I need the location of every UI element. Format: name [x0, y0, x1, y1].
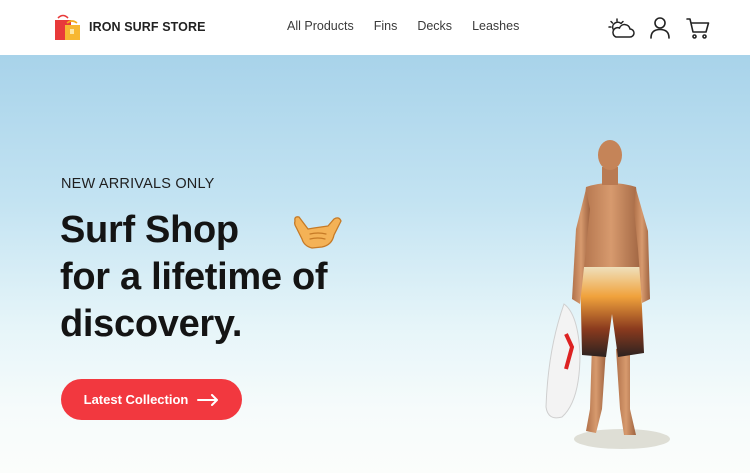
arrow-right-icon [197, 393, 219, 406]
cart-icon[interactable] [684, 14, 712, 42]
top-navbar: IRON SURF STORE All Products Fins Decks … [0, 0, 750, 55]
main-nav: All Products Fins Decks Leashes [287, 19, 539, 33]
nav-link-decks[interactable]: Decks [417, 19, 452, 33]
headline-line-2: for a lifetime of [60, 256, 328, 298]
nav-link-all-products[interactable]: All Products [287, 19, 354, 33]
hero-banner: NEW ARRIVALS ONLY Surf Shop for a lifeti… [0, 55, 750, 473]
shopping-bags-logo-icon [55, 14, 80, 40]
hero-headline: Surf Shop for a lifetime of discovery. [60, 207, 328, 348]
header-actions [598, 14, 712, 42]
user-icon[interactable] [646, 14, 674, 42]
nav-link-leashes[interactable]: Leashes [472, 19, 519, 33]
surfer-photo [545, 140, 670, 449]
brand-name: IRON SURF STORE [89, 20, 206, 34]
headline-line-3: discovery. [60, 303, 243, 345]
brand[interactable]: IRON SURF STORE [52, 12, 206, 42]
latest-collection-button[interactable]: Latest Collection [61, 379, 242, 420]
hero-eyebrow: NEW ARRIVALS ONLY [61, 176, 215, 192]
headline-line-1: Surf Shop [60, 209, 239, 251]
shaka-hand-icon [294, 216, 342, 249]
cta-label: Latest Collection [83, 392, 189, 407]
weather-icon[interactable] [608, 14, 636, 42]
nav-link-fins[interactable]: Fins [374, 19, 398, 33]
